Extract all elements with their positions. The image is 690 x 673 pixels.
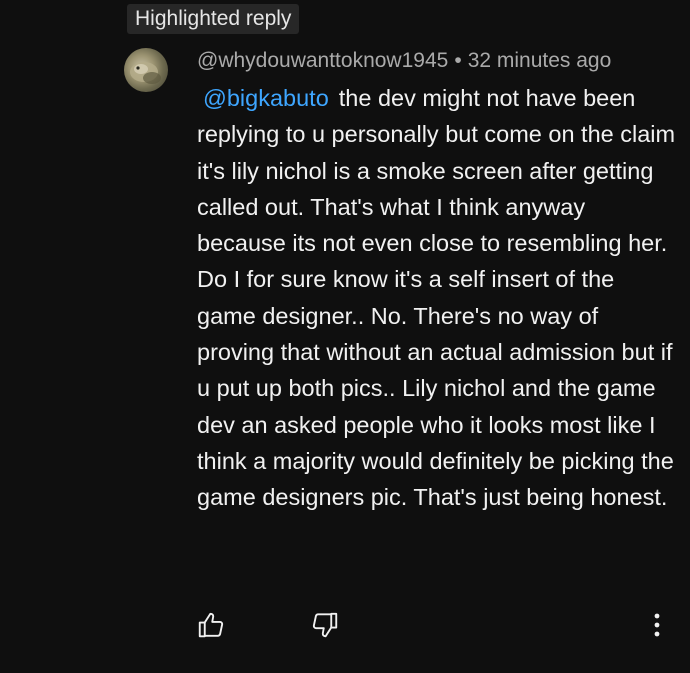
comment-text: the dev might not have been replying to … [197,85,676,511]
comment-actions [196,610,676,640]
thumbs-up-icon [198,612,224,638]
comment-body: @bigkabuto the dev might not have been re… [197,80,677,516]
dislike-button[interactable] [310,610,340,640]
thumbs-down-icon [312,612,338,638]
mention-link[interactable]: @bigkabuto [197,85,339,111]
vertical-ellipsis-icon [654,613,660,637]
like-button[interactable] [196,610,226,640]
comment-header: @whydouwanttoknow1945 • 32 minutes ago [197,46,677,76]
avatar-image [130,62,161,84]
meta-separator: • [454,49,462,72]
highlighted-reply-badge: Highlighted reply [127,4,300,34]
more-options-button[interactable] [646,610,668,640]
avatar[interactable] [124,48,168,92]
author-name[interactable]: @whydouwanttoknow1945 [197,49,448,72]
comment: @whydouwanttoknow1945 • 32 minutes ago @bi… [197,46,677,516]
timestamp[interactable]: 32 minutes ago [468,49,612,72]
